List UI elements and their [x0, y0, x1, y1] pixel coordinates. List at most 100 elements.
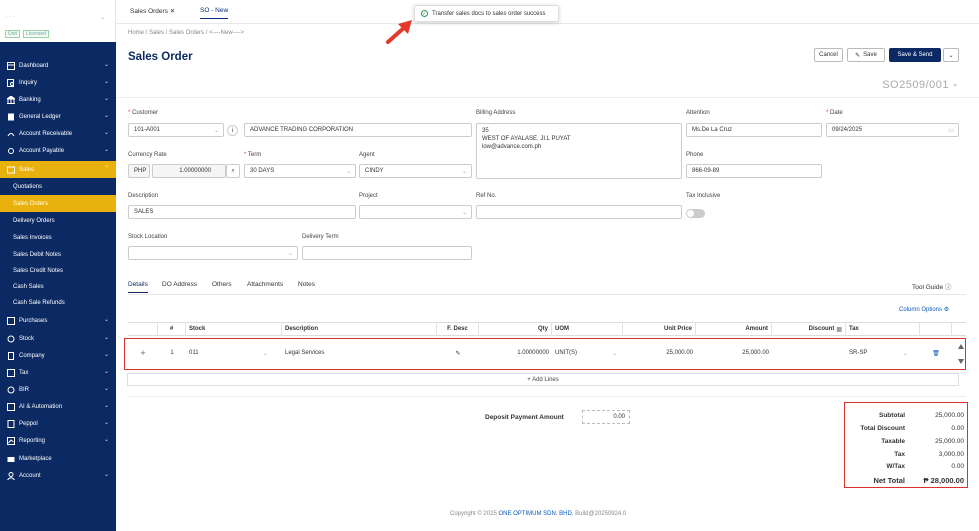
sidebar-item-account[interactable]: Account ⌄ — [0, 467, 116, 484]
customer-label: * Customer — [128, 110, 159, 116]
account-icon — [6, 471, 15, 480]
search-icon[interactable]: ⌕ — [226, 164, 240, 178]
sidebar-item-dashboard[interactable]: Dashboard ⌄ — [0, 57, 116, 74]
close-icon[interactable]: ✕ — [170, 8, 175, 15]
sidebar-sub-sales-orders[interactable]: Sales Orders — [0, 195, 116, 212]
tab-do-address[interactable]: DO Address — [162, 281, 197, 288]
sidebar-sub-sales-debit-notes[interactable]: Sales Debit Notes — [0, 246, 116, 263]
description-field[interactable]: SALES — [128, 205, 356, 219]
tab-so-new[interactable]: SO - New — [200, 7, 229, 19]
subtotal-label: Subtotal — [879, 412, 905, 419]
sidebar-item-tax[interactable]: Tax ⌄ — [0, 364, 116, 381]
sidebar-item-marketplace[interactable]: Marketplace — [0, 450, 116, 467]
tab-details[interactable]: Details — [128, 281, 148, 293]
term-select[interactable]: 30 DAYS ⌄ — [244, 164, 356, 178]
chevron-down-icon: ⌄ — [103, 130, 109, 136]
chevron-down-icon: ⌄ — [213, 128, 219, 134]
tab-attachments[interactable]: Attachments — [247, 281, 283, 288]
sidebar-item-account-receivable[interactable]: Account Receivable ⌄ — [0, 125, 116, 142]
save-send-button[interactable]: Save & Send — [889, 48, 941, 62]
brand-logo[interactable]: · · · — [6, 14, 15, 20]
sidebar-item-label: Account — [19, 472, 41, 479]
sidebar-item-stock[interactable]: Stock ⌄ — [0, 330, 116, 347]
main-content: Sales Orders ✕ SO - New ✓ Transfer sales … — [116, 0, 979, 531]
sidebar-item-general-ledger[interactable]: General Ledger ⌄ — [0, 108, 116, 125]
deposit-field[interactable]: 0.00 — [582, 410, 630, 424]
calculator-icon[interactable]: ▦ — [836, 326, 842, 333]
stock-location-select[interactable]: ⌄ — [128, 246, 298, 260]
chevron-down-icon[interactable]: ⌄ — [952, 80, 958, 88]
sidebar-item-banking[interactable]: Banking ⌄ — [0, 91, 116, 108]
save-button[interactable]: ✎ Save — [847, 48, 885, 62]
sidebar-item-peppol[interactable]: Peppol ⌄ — [0, 415, 116, 432]
breadcrumb[interactable]: Home / Sales / Sales Orders / <----New--… — [128, 30, 244, 36]
project-select[interactable]: ⌄ — [359, 205, 472, 219]
payable-icon — [6, 146, 15, 155]
tab-sales-orders[interactable]: Sales Orders ✕ — [130, 7, 175, 15]
company-link[interactable]: ONE OPTIMUM SDN. BHD. — [498, 511, 573, 517]
tax-inclusive-toggle[interactable] — [686, 209, 705, 218]
more-actions-button[interactable]: ⌄ — [943, 48, 959, 62]
sidebar-item-account-payable[interactable]: Account Payable ⌄ — [0, 142, 116, 159]
tool-guide-button[interactable]: Tool Guide ⓘ — [912, 281, 951, 291]
net-total-value: ₱ 28,000.00 — [923, 476, 964, 485]
sidebar-item-purchases[interactable]: Purchases ⌄ — [0, 312, 116, 329]
attention-field[interactable]: Ms.De La Cruz — [686, 123, 822, 137]
sidebar-item-label: Sales — [19, 166, 35, 173]
chevron-down-icon: ⌄ — [103, 386, 109, 392]
sidebar-item-label: Dashboard — [19, 62, 49, 69]
peppol-icon — [6, 419, 15, 428]
chevron-down-icon[interactable]: ⌄ — [100, 14, 105, 21]
col-amount: Amount — [696, 322, 772, 336]
sidebar-item-company[interactable]: Company ⌄ — [0, 347, 116, 364]
col-no: # — [158, 322, 186, 336]
tab-others[interactable]: Others — [212, 281, 232, 288]
chevron-down-icon: ⌄ — [103, 335, 109, 341]
sidebar-sub-cash-sales[interactable]: Cash Sales — [0, 278, 116, 295]
sidebar-sub-cash-sale-refunds[interactable]: Cash Sale Refunds — [0, 294, 116, 311]
delivery-term-field[interactable] — [302, 246, 472, 260]
sales-icon — [6, 165, 15, 174]
ref-no-field[interactable] — [476, 205, 682, 219]
info-icon[interactable]: i — [227, 125, 238, 136]
billing-address-label: Billing Address — [476, 110, 516, 116]
col-fdesc: F. Desc — [437, 322, 479, 336]
customer-name-field[interactable]: ADVANCE TRADING CORPORATION — [244, 123, 472, 137]
taxable-value: 25,000.00 — [935, 438, 964, 445]
tab-notes[interactable]: Notes — [298, 281, 315, 288]
date-field[interactable]: 09/24/2025 ▭ — [826, 123, 959, 137]
chevron-down-icon: ⌄ — [461, 210, 467, 216]
sidebar-sub-quotations[interactable]: Quotations — [0, 178, 116, 195]
chevron-down-icon: ⌄ — [287, 251, 293, 257]
sidebar-item-ai-automation[interactable]: AI & Automation ⌄ — [0, 398, 116, 415]
inquiry-icon — [6, 78, 15, 87]
col-drag — [128, 322, 158, 336]
sidebar-sub-delivery-orders[interactable]: Delivery Orders — [0, 212, 116, 229]
chevron-down-icon: ⌄ — [103, 62, 109, 68]
sidebar-sub-sales-invoices[interactable]: Sales Invoices — [0, 229, 116, 246]
bank-icon — [6, 95, 15, 104]
sidebar-item-inquiry[interactable]: Inquiry ⌄ — [0, 74, 116, 91]
sidebar: · · · ⌄ Unit Licensed Dashboard ⌄ Inquiry… — [0, 0, 116, 531]
col-uom: UOM — [552, 322, 623, 336]
delivery-term-label: Delivery Term — [302, 234, 339, 240]
currency-rate-field: 1.00000000 — [152, 164, 226, 178]
sidebar-item-reporting[interactable]: Reporting ⌄ — [0, 432, 116, 449]
sidebar-sub-sales-credit-notes[interactable]: Sales Credit Notes — [0, 262, 116, 279]
customer-select[interactable]: 101-A001 ⌄ — [128, 123, 224, 137]
sidebar-item-sales[interactable]: Sales ⌃ — [0, 161, 116, 178]
agent-select[interactable]: CINDY ⌄ — [359, 164, 472, 178]
add-lines-button[interactable]: + Add Lines — [127, 373, 959, 386]
chevron-down-icon: ⌄ — [103, 96, 109, 102]
billing-address-textarea[interactable]: 35 WEST OF AYALASE. JI.L PUYAT low@advance… — [476, 123, 682, 179]
column-options-button[interactable]: Column Options ⚙ — [899, 306, 949, 313]
net-total-label: Net Total — [873, 476, 905, 485]
chevron-down-icon: ⌄ — [948, 52, 954, 59]
chevron-down-icon: ⌄ — [103, 317, 109, 323]
chevron-down-icon: ⌄ — [103, 147, 109, 153]
row-highlight-annotation — [124, 338, 966, 370]
cancel-button[interactable]: Cancel — [814, 48, 843, 62]
scroll-arrows[interactable] — [955, 340, 967, 368]
sidebar-item-bir[interactable]: BIR ⌄ — [0, 381, 116, 398]
phone-field[interactable]: 866-09-89 — [686, 164, 822, 178]
